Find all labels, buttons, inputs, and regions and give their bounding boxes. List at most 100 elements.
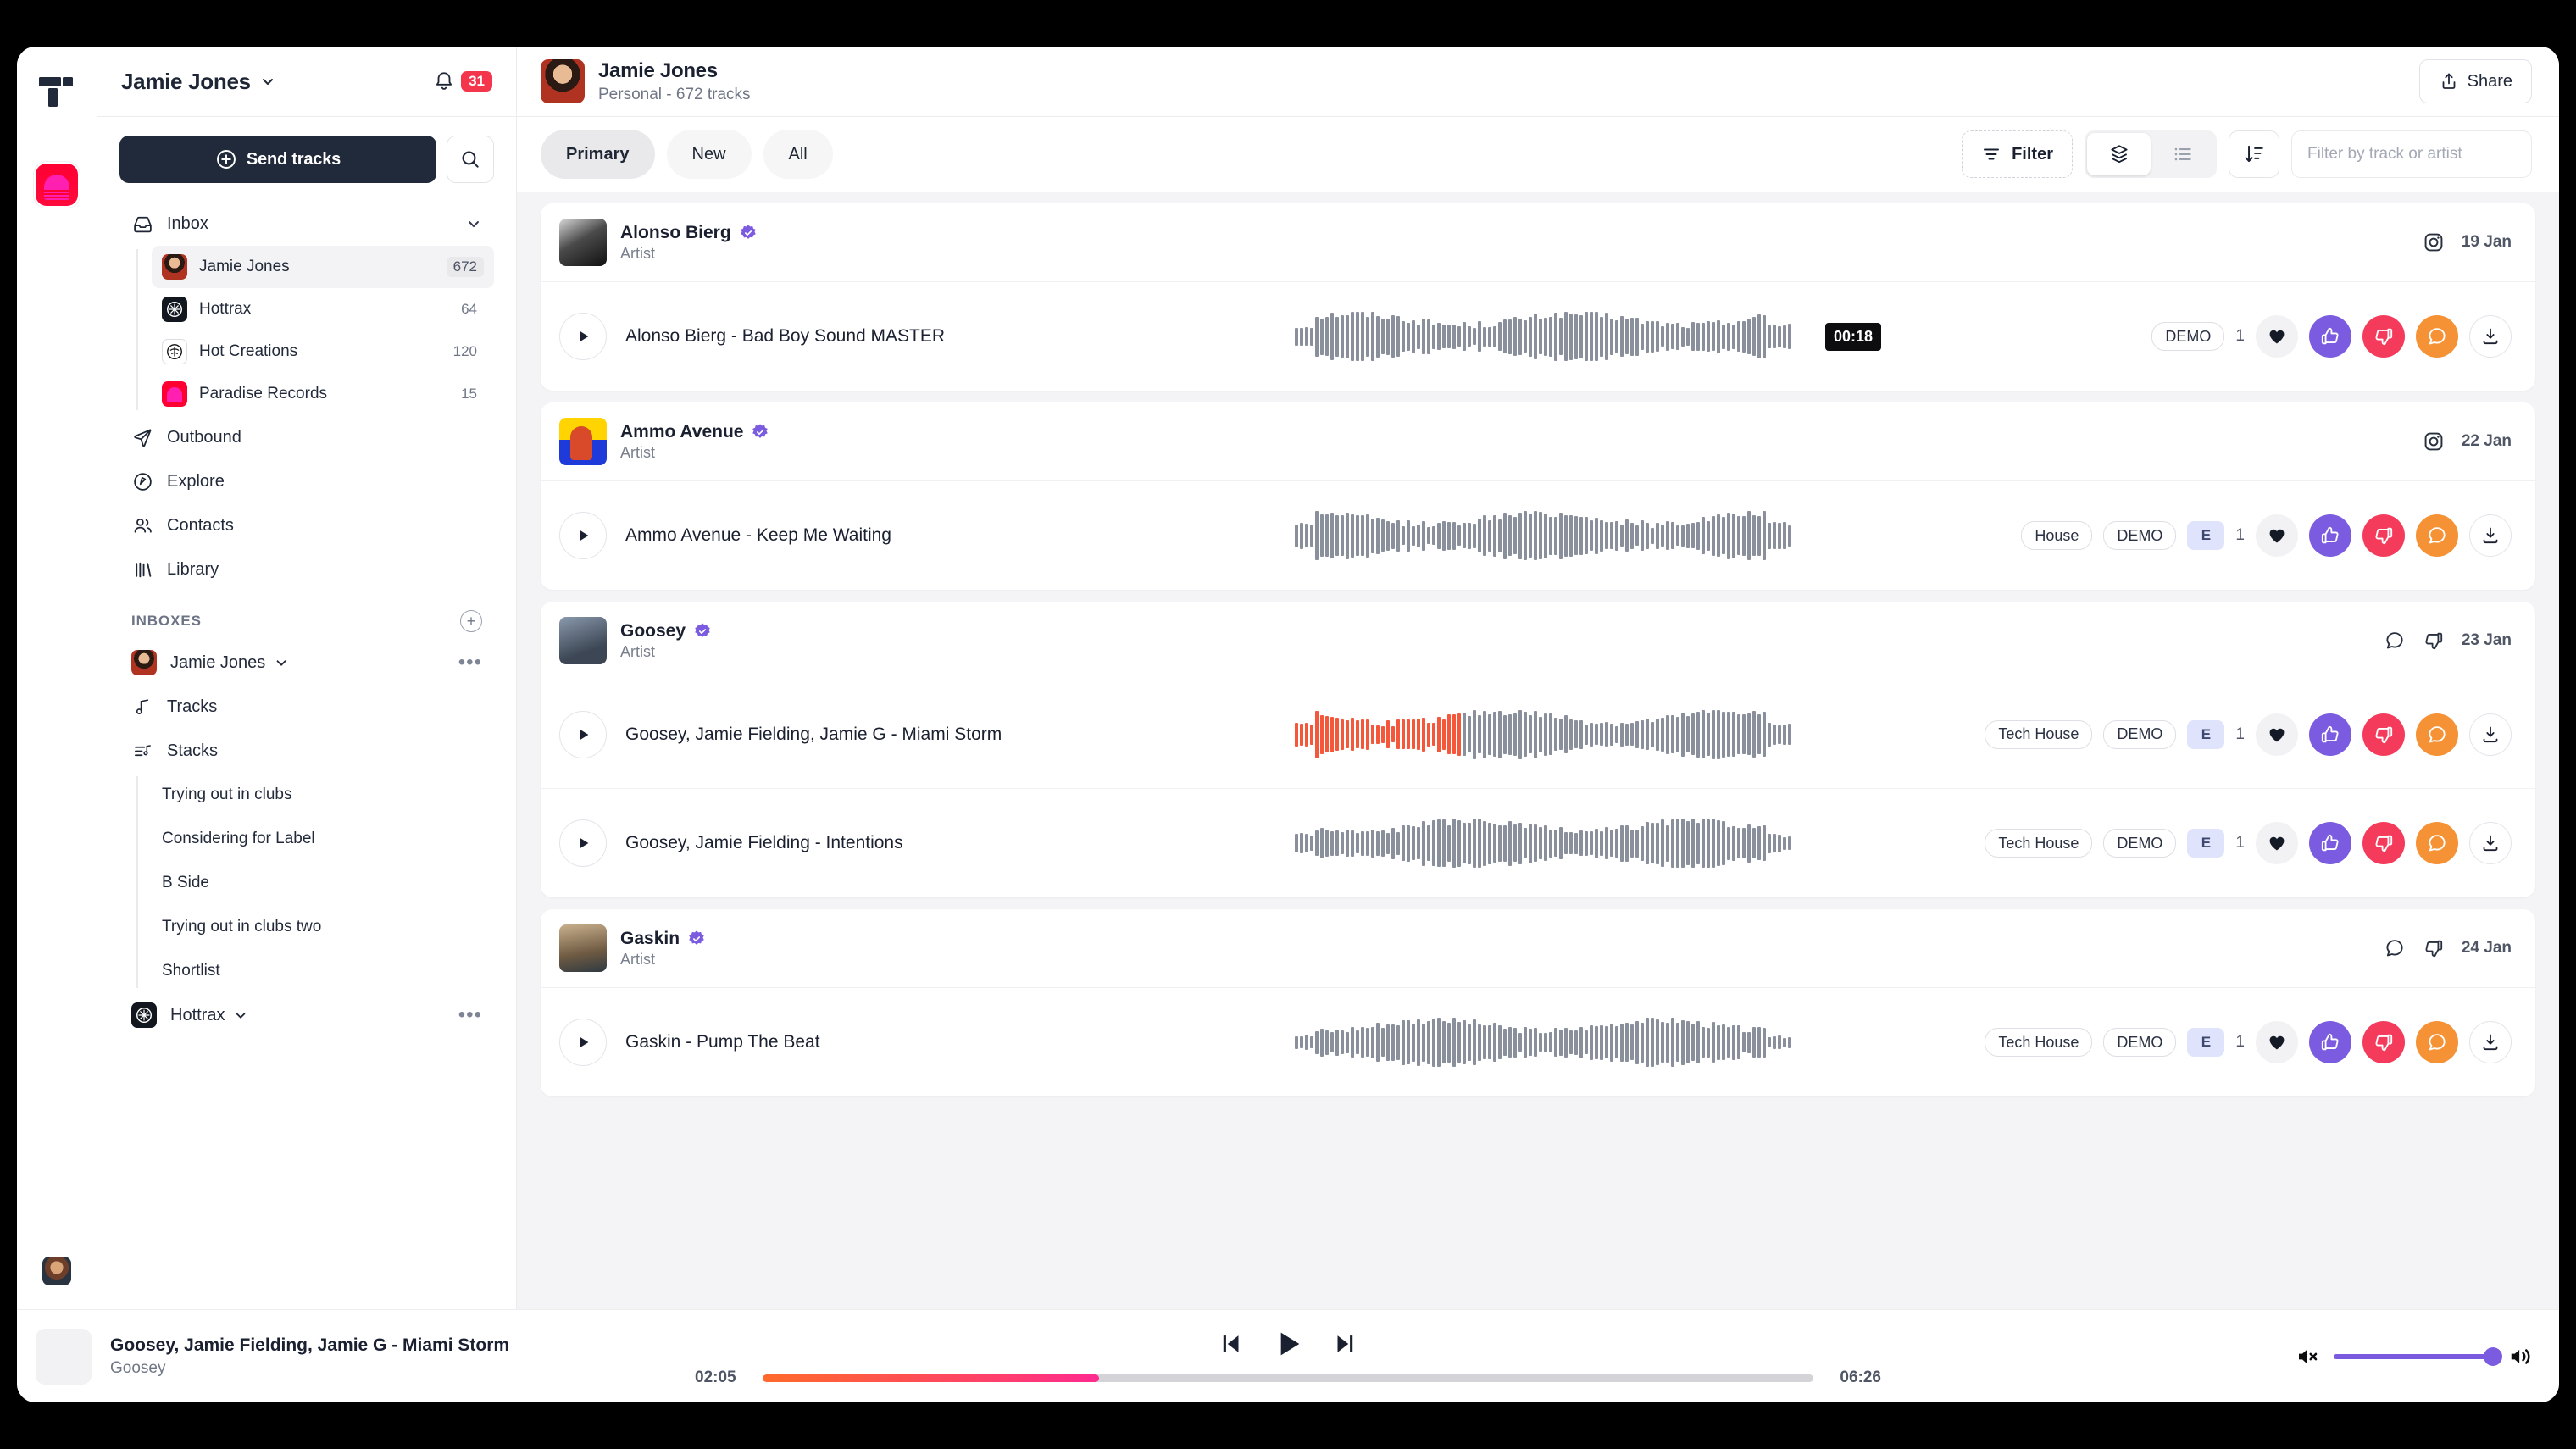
thumbs-down-icon[interactable] [2423,937,2445,959]
volume-slider[interactable] [2334,1346,2502,1366]
tag-demo[interactable]: DEMO [2103,829,2177,858]
tab-primary[interactable]: Primary [541,130,655,179]
view-grouped-button[interactable] [2087,133,2151,175]
sidebar-item-hottrax[interactable]: Hottrax 64 [152,288,494,330]
view-list-button[interactable] [2151,133,2214,175]
tab-all[interactable]: All [763,130,833,179]
stack-item[interactable]: Trying out in clubs [152,773,494,817]
sidebar-item-hot-creations[interactable]: Hot Creations 120 [152,330,494,373]
artist-row[interactable]: Alonso Bierg Artist 19 Jan [541,203,2535,282]
thumbs-down-button[interactable] [2362,822,2405,864]
comment-icon[interactable] [2384,937,2406,959]
sidebar-item-tracks[interactable]: Tracks [119,685,494,729]
waveform[interactable] [1295,509,1812,562]
comment-button[interactable] [2416,315,2458,358]
progress-control[interactable]: 02:05 06:26 [695,1368,1881,1387]
waveform[interactable] [1295,310,1812,363]
sort-button[interactable] [2229,130,2279,178]
search-input[interactable]: Filter by track or artist [2291,130,2532,178]
play-button[interactable] [559,710,607,758]
user-avatar-rail[interactable] [42,1257,71,1285]
stack-item[interactable]: B Side [152,861,494,905]
sidebar-item-inbox[interactable]: Inbox [119,202,494,246]
tag-genre[interactable]: Tech House [1985,829,2093,858]
notifications[interactable]: 31 [433,70,492,92]
favorite-button[interactable] [2256,315,2298,358]
tag-demo[interactable]: DEMO [2103,1028,2177,1057]
stack-item[interactable]: Considering for Label [152,817,494,861]
thumbs-up-button[interactable] [2309,713,2351,756]
tag-demo[interactable]: DEMO [2103,521,2177,550]
thumbs-up-button[interactable] [2309,822,2351,864]
download-button[interactable] [2469,315,2512,358]
sidebar-item-stacks[interactable]: Stacks [119,729,494,773]
play-button[interactable] [559,313,607,360]
send-tracks-button[interactable]: Send tracks [119,136,436,183]
sidebar-item-outbound[interactable]: Outbound [119,415,494,459]
tag-genre[interactable]: Tech House [1985,1028,2093,1057]
thumbs-down-button[interactable] [2362,315,2405,358]
comment-button[interactable] [2416,514,2458,557]
favorite-button[interactable] [2256,514,2298,557]
comment-button[interactable] [2416,713,2458,756]
download-button[interactable] [2469,1021,2512,1063]
play-button[interactable] [559,819,607,867]
workspace-paradise-icon[interactable] [36,164,78,206]
instagram-icon[interactable] [2423,231,2445,253]
volume-knob[interactable] [2484,1346,2502,1366]
next-button[interactable] [1330,1330,1359,1358]
waveform[interactable] [1295,817,1812,869]
tag-demo[interactable]: DEMO [2151,322,2225,351]
sidebar-item-library[interactable]: Library [119,547,494,591]
thumbs-down-button[interactable] [2362,1021,2405,1063]
waveform[interactable] [1295,708,1812,761]
add-inbox-button[interactable]: + [460,610,482,632]
favorite-button[interactable] [2256,1021,2298,1063]
track-row[interactable]: Gaskin - Pump The Beat Tech House DEMO E… [541,988,2535,1096]
volume-up-icon[interactable] [2508,1344,2534,1369]
download-button[interactable] [2469,514,2512,557]
favorite-button[interactable] [2256,822,2298,864]
comment-button[interactable] [2416,1021,2458,1063]
instagram-icon[interactable] [2423,430,2445,452]
sidebar-account-hottrax[interactable]: Hottrax ••• [119,993,494,1037]
tag-genre[interactable]: Tech House [1985,719,2093,749]
progress-bar[interactable] [763,1374,1813,1382]
track-row[interactable]: Alonso Bierg - Bad Boy Sound MASTER 00:1… [541,282,2535,391]
stack-item[interactable]: Trying out in clubs two [152,905,494,949]
play-pause-button[interactable] [1271,1327,1305,1361]
comment-button[interactable] [2416,822,2458,864]
stack-item[interactable]: Shortlist [152,949,494,993]
share-button[interactable]: Share [2418,59,2532,103]
tag-demo[interactable]: DEMO [2103,719,2177,749]
sidebar-item-paradise-records[interactable]: Paradise Records 15 [152,373,494,415]
artist-row[interactable]: Goosey Artist 23 Jan [541,602,2535,680]
thumbs-up-button[interactable] [2309,514,2351,557]
thumbs-up-button[interactable] [2309,315,2351,358]
thumbs-down-button[interactable] [2362,713,2405,756]
previous-button[interactable] [1217,1330,1246,1358]
track-row[interactable]: Goosey, Jamie Fielding, Jamie G - Miami … [541,680,2535,789]
search-button[interactable] [447,136,494,183]
sidebar-item-explore[interactable]: Explore [119,459,494,503]
sidebar-item-contacts[interactable]: Contacts [119,503,494,547]
filter-button[interactable]: Filter [1962,130,2073,178]
download-button[interactable] [2469,822,2512,864]
favorite-button[interactable] [2256,713,2298,756]
thumbs-up-button[interactable] [2309,1021,2351,1063]
sidebar-item-jamie-jones[interactable]: Jamie Jones 672 [152,246,494,288]
play-button[interactable] [559,1019,607,1066]
thumbs-down-button[interactable] [2362,514,2405,557]
thumbs-down-icon[interactable] [2423,630,2445,652]
artist-row[interactable]: Ammo Avenue Artist 22 Jan [541,402,2535,481]
tab-new[interactable]: New [666,130,752,179]
download-button[interactable] [2469,713,2512,756]
play-button[interactable] [559,512,607,559]
artist-row[interactable]: Gaskin Artist 24 Jan [541,909,2535,988]
track-row[interactable]: Ammo Avenue - Keep Me Waiting House DEMO… [541,481,2535,590]
tag-genre[interactable]: House [2021,521,2093,550]
comment-icon[interactable] [2384,630,2406,652]
waveform[interactable] [1295,1016,1812,1069]
track-row[interactable]: Goosey, Jamie Fielding - Intentions Tech… [541,789,2535,897]
sidebar-account-jamie-jones[interactable]: Jamie Jones ••• [119,641,494,685]
